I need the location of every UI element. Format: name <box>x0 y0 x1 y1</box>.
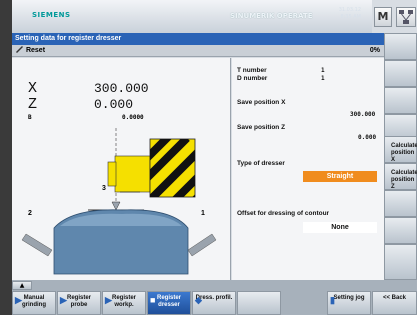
vsk-3[interactable] <box>384 87 417 114</box>
calculate-position-x-button[interactable]: Calculate position X <box>384 136 417 163</box>
vertical-softkeys: Calculate position X Calculate position … <box>384 33 417 280</box>
offset-label: Offset for dressing of contour <box>237 210 330 217</box>
vsk-7[interactable] <box>384 190 417 217</box>
workpiece-icon: ▶ <box>105 295 112 305</box>
window-title: Setting data for register dresser <box>12 33 384 45</box>
dress-profile-button[interactable]: ◆ Dress. profil. <box>192 291 236 315</box>
probe-icon: ▶ <box>60 295 67 305</box>
save-z-label: Save position Z <box>237 124 286 131</box>
setting-jog-label: Setting jog <box>333 295 365 301</box>
vsk-9[interactable] <box>384 244 417 280</box>
offset-select[interactable]: None <box>303 222 377 233</box>
dresser-type-label: Type of dresser <box>237 160 285 167</box>
machine-area-icon[interactable]: M <box>374 7 392 27</box>
time: 8:35 AM <box>340 14 361 20</box>
vsk-1[interactable] <box>384 33 417 60</box>
vsk-2[interactable] <box>384 60 417 87</box>
diagram-label-1: 1 <box>201 210 205 217</box>
t-number-label: T number <box>237 67 267 74</box>
diagram-label-3: 3 <box>102 185 106 192</box>
date-time: 31.03.12 8:35 AM <box>331 7 361 21</box>
d-number-value[interactable]: 1 <box>321 75 325 82</box>
parameter-panel: T number 1 D number 1 Save position X 30… <box>232 58 384 280</box>
register-workpiece-label: Register workp. <box>111 295 136 308</box>
diagram-label-2: 2 <box>28 210 32 217</box>
save-x-value[interactable]: 300.000 <box>350 111 375 118</box>
register-workpiece-button[interactable]: ▶ Register workp. <box>102 291 146 315</box>
back-button[interactable]: << Back <box>372 291 417 315</box>
tool-right <box>187 233 217 257</box>
d-number-label: D number <box>237 75 268 82</box>
header-bar: SIEMENS SINUMERIK OPERATE 31.03.12 8:35 … <box>12 0 372 33</box>
product-name: SINUMERIK OPERATE <box>230 12 313 20</box>
hazard-block <box>149 138 196 198</box>
manual-grinding-button[interactable]: ▶ Manual grinding <box>12 291 56 315</box>
horizontal-softkeys: ▲ ▶ Manual grinding ▶ Register probe ▶ R… <box>12 280 417 315</box>
vsk-8[interactable] <box>384 217 417 244</box>
hmi-screen: SIEMENS SINUMERIK OPERATE 31.03.12 8:35 … <box>12 0 417 315</box>
save-x-label: Save position X <box>237 99 286 106</box>
register-probe-button[interactable]: ▶ Register probe <box>57 291 101 315</box>
tool-left <box>21 233 53 257</box>
calculate-position-z-button[interactable]: Calculate position Z <box>384 163 417 190</box>
reset-status: Reset <box>15 45 45 57</box>
profile-icon: ◆ <box>195 295 202 305</box>
dresser-diagram <box>21 128 217 275</box>
feed-override: 0% <box>369 47 380 54</box>
recall-arrow-icon[interactable]: ▲ <box>12 281 32 290</box>
register-dresser-button[interactable]: ■ Register dresser <box>147 291 191 315</box>
dresser-type-select[interactable]: Straight <box>303 171 377 182</box>
dresser-icon: ■ <box>150 295 156 305</box>
setting-jog-button[interactable]: ▮ Setting jog <box>327 291 371 315</box>
network-icon[interactable] <box>396 7 416 27</box>
manual-icon: ▶ <box>15 295 22 305</box>
t-number-value[interactable]: 1 <box>321 67 325 74</box>
position-panel: X 300.000 Z 0.000 B 0.0000 3 2 1 <box>12 58 231 280</box>
reset-label: Reset <box>25 47 46 54</box>
hsk-empty[interactable] <box>237 291 281 315</box>
date: 31.03.12 <box>338 7 361 13</box>
wheel-mount <box>114 155 151 193</box>
setting-icon: ▮ <box>330 295 335 305</box>
register-dresser-label: Register dresser <box>156 295 181 308</box>
reset-icon <box>16 46 23 53</box>
manual-grinding-label: Manual grinding <box>22 295 46 308</box>
register-probe-label: Register probe <box>66 295 91 308</box>
dresser-tip <box>111 201 121 211</box>
save-z-value[interactable]: 0.000 <box>358 134 376 141</box>
status-bar: Reset 0% <box>12 45 384 57</box>
siemens-logo: SIEMENS <box>32 11 71 19</box>
